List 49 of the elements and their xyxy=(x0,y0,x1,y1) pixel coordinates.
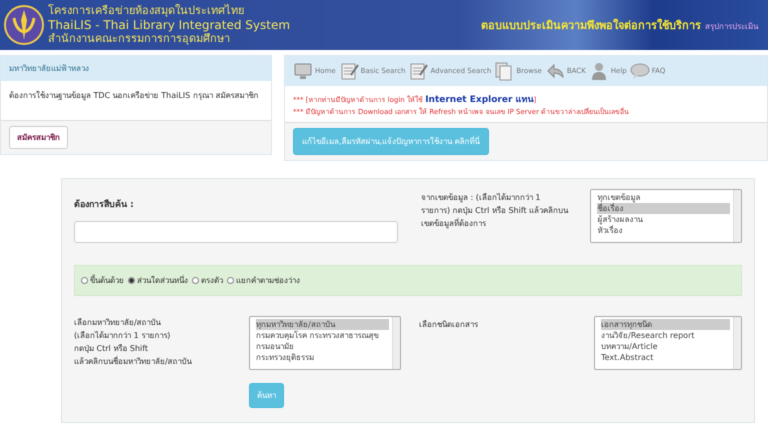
radio-option[interactable]: ขึ้นต้นด้วย xyxy=(81,274,124,287)
list-option[interactable]: ทุกเขตข้อมูล xyxy=(597,192,730,203)
list-option[interactable]: Text.Abstract xyxy=(601,352,730,363)
field-label: จากเขตข้อมูล : (เลือกได้มากกว่า 1 รายการ) กดปุ่ม Ctrl หรือ Shift แล้วคลิกบนเขตข้อมูลที่ต้องการ xyxy=(420,192,570,230)
list-box[interactable]: เอกสารทุกชนิด งานวิจัย/Research report บทความ/Article Text.Abstract xyxy=(594,316,742,370)
list-option[interactable]: บทความ/Article xyxy=(601,341,730,352)
list-option[interactable]: ผู้สร้างผลงาน xyxy=(597,214,730,225)
field-label: เลือกชนิดเอกสาร xyxy=(419,319,480,331)
radio-option[interactable]: ส่วนใดส่วนหนึ่ง xyxy=(128,274,188,287)
summary-link[interactable]: สรุปการประเมิน xyxy=(705,20,758,33)
site-title: โครงการเครือข่ายห้องสมุดในประเทศไทย xyxy=(48,4,245,18)
scrollbar[interactable] xyxy=(733,317,741,369)
panel-heading: มหาวิทยาลัยแม่ฟ้าหลวง xyxy=(1,56,271,81)
field-label: เลือกมหาวิทยาลัย/สถาบัน xyxy=(74,317,162,329)
list-option[interactable]: เอกสารทุกชนิด xyxy=(601,319,730,330)
radio-button[interactable] xyxy=(128,277,135,284)
search-field[interactable] xyxy=(74,221,398,243)
list-option[interactable]: ทุกมหาวิทยาลัย/สถาบัน xyxy=(256,319,390,330)
list-option[interactable]: หัวเรื่อง xyxy=(597,225,730,236)
notepad-icon xyxy=(338,61,359,81)
list-option[interactable]: งานวิจัย/Research report xyxy=(601,330,730,341)
emblem-logo-icon xyxy=(4,4,44,46)
radio-option[interactable]: แยกคำตามช่องว่าง xyxy=(227,274,300,287)
field-label: ต้องการสืบค้น : xyxy=(74,198,135,211)
list-option[interactable]: กรมอนามัย xyxy=(256,341,390,352)
site-title: ThaiLIS - Thai Library Integrated System xyxy=(48,18,290,32)
field-label: กดปุ่ม Ctrl หรือ Shift xyxy=(74,343,150,355)
list-option[interactable]: กรมควบคุมโรค กระทรวงสาธารณสุข xyxy=(256,330,390,341)
member-message: ต้องการใช้งานฐานข้อมูล TDC นอกเครือข่าย ThaiLIS กรุณา สมัครสมาชิก xyxy=(9,90,260,102)
list-option[interactable]: ชื่อเรื่อง xyxy=(597,203,730,214)
list-box[interactable]: ทุกมหาวิทยาลัย/สถาบัน กรมควบคุมโรค กระทรวงสาธารณสุข กรมอนามัย กระทรวงยุติธรรม xyxy=(249,316,402,370)
documents-icon xyxy=(494,61,514,81)
register-button[interactable]: สมัครสมาชิก xyxy=(9,126,68,149)
field-label: (เลือกได้มากกว่า 1 รายการ) xyxy=(74,330,172,342)
radio-button[interactable] xyxy=(81,277,88,284)
scrollbar[interactable] xyxy=(733,190,742,242)
scrollbar[interactable] xyxy=(392,317,400,369)
site-subtitle: สำนักงานคณะกรรมการการอุดมศึกษา xyxy=(48,32,231,46)
survey-link[interactable]: ตอบแบบประเมินความพึงพอใจต่อการใช้บริการ xyxy=(481,16,701,34)
notepad-icon xyxy=(408,61,428,81)
list-box[interactable]: ทุกเขตข้อมูล ชื่อเรื่อง ผู้สร้างผลงาน หัวเรื่อง xyxy=(590,189,742,243)
radio-button[interactable] xyxy=(192,277,199,284)
speech-bubble-icon xyxy=(630,61,650,81)
radio-option[interactable]: ตรงตัว xyxy=(192,274,223,287)
field-label: แล้วคลิกบนชื่อมหาวิทยาลัย/สถาบัน xyxy=(74,355,193,368)
list-option[interactable]: กระทรวงยุติธรรม xyxy=(256,352,390,363)
back-arrow-icon xyxy=(544,61,565,81)
monitor-icon xyxy=(293,61,313,81)
radio-button[interactable] xyxy=(227,277,234,284)
